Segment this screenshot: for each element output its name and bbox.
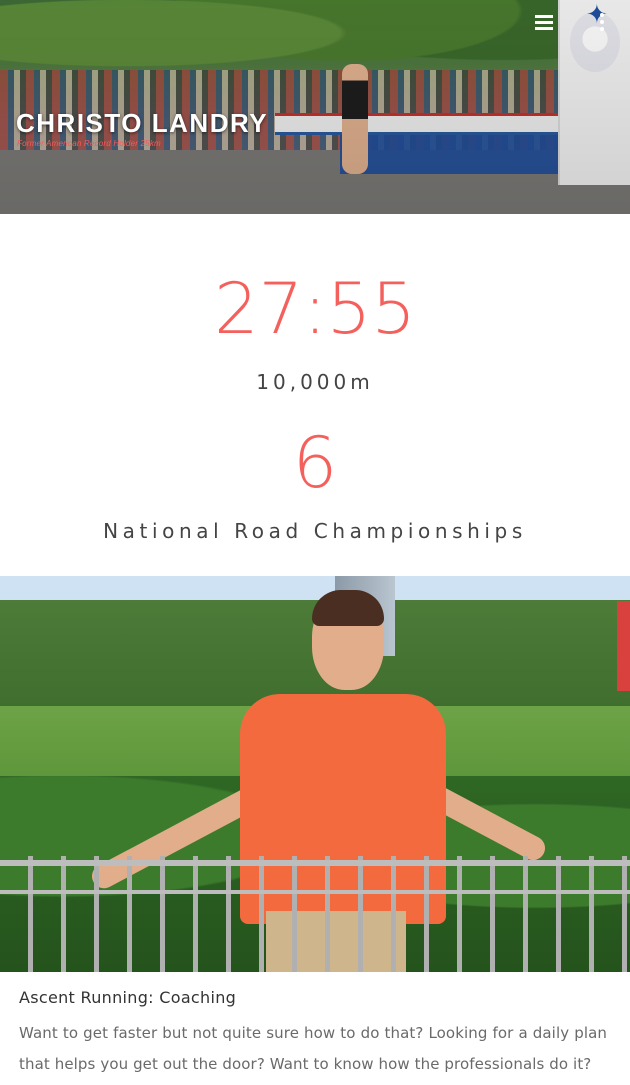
vertical-dots-icon[interactable] [598,13,606,35]
stat-time-value: 27:55 [214,268,416,350]
stat-championships-value: 6 [292,422,338,504]
site-title[interactable]: CHRISTO LANDRY [16,108,268,139]
photo-flag [617,601,630,691]
hamburger-menu-icon[interactable] [535,15,553,31]
photo-person-hair [312,590,384,626]
hero-overlay [0,0,630,214]
hero-banner: ✦ CHRISTO LANDRY Former American Record … [0,0,630,214]
article-body: Want to get faster but not quite sure ho… [19,1024,607,1073]
coach-photo [0,576,630,972]
site-tagline: Former American Record Holder 25km [17,139,161,148]
stat-time-label: 10,000m [256,370,374,394]
article-title[interactable]: Ascent Running: Coaching [19,988,236,1007]
photo-railing [0,856,630,972]
stat-championships-label: National Road Championships [103,519,527,543]
